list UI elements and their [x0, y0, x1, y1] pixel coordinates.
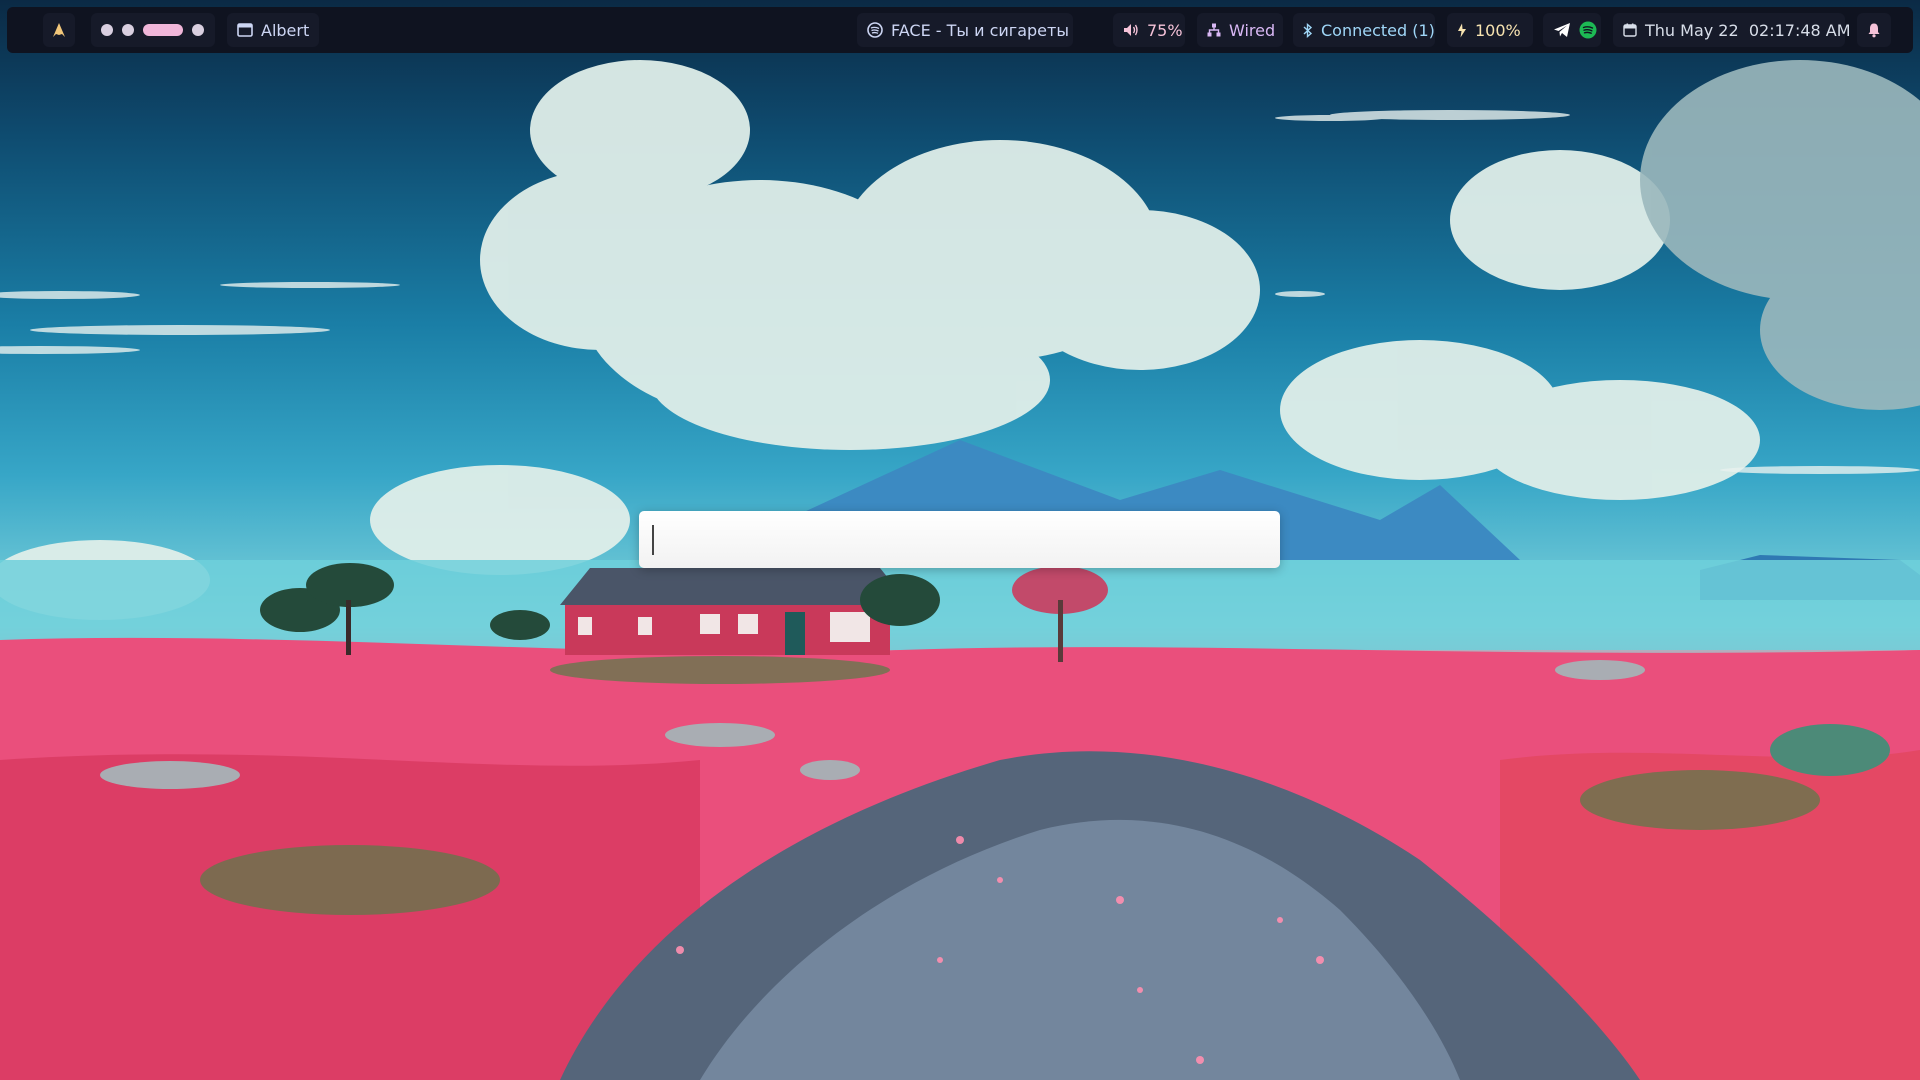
media-player-module[interactable]: FACE - Ты и сигареты — [857, 13, 1073, 47]
arch-logo-icon — [51, 22, 67, 38]
albert-search-input[interactable] — [651, 511, 1272, 570]
workspace-4[interactable] — [192, 24, 204, 36]
workspace-3-active[interactable] — [143, 24, 183, 36]
bluetooth-icon — [1303, 22, 1313, 38]
bluetooth-module[interactable]: Connected (1) — [1293, 13, 1435, 47]
calendar-icon — [1623, 23, 1637, 37]
volume-icon — [1123, 23, 1139, 37]
notification-button[interactable] — [1857, 13, 1891, 47]
spotify-tray-icon[interactable] — [1579, 21, 1597, 39]
network-module[interactable]: Wired — [1197, 13, 1283, 47]
window-icon — [237, 23, 253, 37]
telegram-icon[interactable] — [1553, 22, 1571, 38]
volume-level: 75% — [1147, 20, 1183, 40]
app-launcher-button[interactable] — [43, 13, 75, 47]
spotify-icon — [867, 22, 883, 38]
desktop: Albert FACE - Ты и сигареты 75% Wired Co — [0, 0, 1920, 1080]
battery-level: 100% — [1475, 20, 1521, 40]
workspace-2[interactable] — [122, 24, 134, 36]
bluetooth-status: Connected (1) — [1321, 20, 1435, 40]
network-status: Wired — [1229, 20, 1276, 40]
active-window-title[interactable]: Albert — [227, 13, 319, 47]
workspace-1[interactable] — [101, 24, 113, 36]
wired-network-icon — [1207, 23, 1221, 37]
top-bar: Albert FACE - Ты и сигареты 75% Wired Co — [7, 7, 1913, 53]
window-title-text: Albert — [261, 20, 310, 40]
volume-module[interactable]: 75% — [1113, 13, 1185, 47]
clock-text: Thu May 22 02:17:48 AM — [1645, 20, 1851, 40]
albert-launcher-window — [639, 511, 1280, 570]
battery-charging-icon — [1457, 23, 1467, 38]
media-title: FACE - Ты и сигареты — [891, 20, 1069, 40]
bell-icon — [1866, 22, 1882, 38]
battery-module[interactable]: 100% — [1447, 13, 1533, 47]
system-tray — [1543, 13, 1601, 47]
text-cursor — [652, 525, 654, 555]
workspace-switcher — [91, 13, 215, 47]
clock-module[interactable]: Thu May 22 02:17:48 AM — [1613, 13, 1851, 47]
